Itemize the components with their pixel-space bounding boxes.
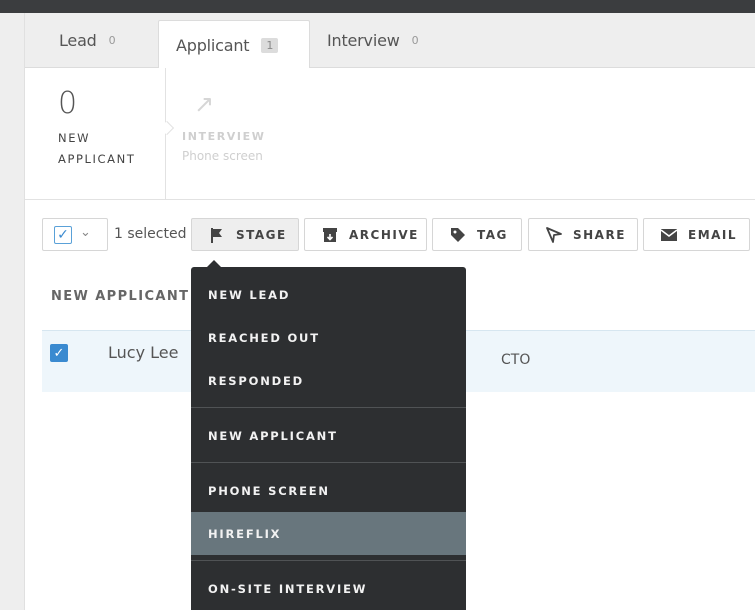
archive-box-icon bbox=[319, 224, 341, 246]
menu-item-on-site-interview[interactable]: ON-SITE INTERVIEW bbox=[191, 567, 466, 610]
stage-name: NEW APPLICANT bbox=[58, 131, 136, 166]
tab-count: 0 bbox=[411, 34, 419, 47]
list-section-header: NEW APPLICANT bbox=[51, 289, 190, 304]
tab-lead[interactable]: Lead 0 bbox=[59, 13, 116, 68]
archive-button-label: ARCHIVE bbox=[349, 227, 419, 242]
archive-button[interactable]: ARCHIVE bbox=[304, 218, 427, 251]
send-arrow-icon bbox=[543, 224, 565, 246]
select-all-dropdown[interactable]: ✓ ⌄ bbox=[42, 218, 108, 251]
menu-item-phone-screen[interactable]: PHONE SCREEN bbox=[191, 469, 466, 512]
menu-item-reached-out[interactable]: REACHED OUT bbox=[191, 316, 466, 359]
email-button-label: EMAIL bbox=[688, 227, 738, 242]
app-top-bar bbox=[0, 0, 755, 13]
bulk-action-toolbar: ✓ ⌄ 1 selected STAGE ARCHIVE TAG SHARE E… bbox=[0, 218, 755, 251]
selected-count: 1 selected bbox=[114, 226, 187, 242]
next-stage-title: INTERVIEW bbox=[182, 130, 266, 143]
chevron-down-icon[interactable]: ⌄ bbox=[80, 225, 91, 240]
candidate-name[interactable]: Lucy Lee bbox=[108, 343, 178, 362]
tag-button-label: TAG bbox=[477, 227, 508, 242]
checkbox-checked-icon[interactable]: ✓ bbox=[54, 226, 72, 244]
flag-icon bbox=[206, 224, 228, 246]
candidate-title: CTO bbox=[501, 352, 531, 368]
next-stage-subtitle: Phone screen bbox=[182, 149, 263, 163]
stage-button-label: STAGE bbox=[236, 227, 287, 242]
pipeline-stage-bar: 0 NEW APPLICANT ↗ INTERVIEW Phone screen bbox=[25, 68, 755, 200]
menu-item-new-applicant[interactable]: NEW APPLICANT bbox=[191, 414, 466, 457]
tab-label: Applicant bbox=[176, 35, 250, 55]
menu-item-new-lead[interactable]: NEW LEAD bbox=[191, 273, 466, 316]
current-stage[interactable]: 0 NEW APPLICANT bbox=[25, 68, 166, 200]
menu-item-hireflix[interactable]: HIREFLIX bbox=[191, 512, 466, 555]
arrow-up-right-icon: ↗ bbox=[194, 90, 215, 118]
email-button[interactable]: EMAIL bbox=[643, 218, 750, 251]
tab-label: Lead bbox=[59, 31, 97, 50]
left-sidebar-strip bbox=[0, 13, 25, 610]
stage-count: 0 bbox=[58, 86, 78, 121]
tag-icon bbox=[447, 224, 469, 246]
menu-divider bbox=[191, 407, 466, 408]
next-stage[interactable]: ↗ INTERVIEW Phone screen bbox=[182, 68, 312, 200]
envelope-icon bbox=[658, 224, 680, 246]
menu-divider bbox=[191, 462, 466, 463]
tab-count: 0 bbox=[108, 34, 116, 47]
share-button-label: SHARE bbox=[573, 227, 626, 242]
stage-tab-bar: Lead 0 Applicant 1 Interview 0 bbox=[25, 13, 755, 69]
tab-interview[interactable]: Interview 0 bbox=[327, 13, 419, 68]
stage-button[interactable]: STAGE bbox=[191, 218, 299, 251]
tab-label: Interview bbox=[327, 31, 400, 50]
menu-item-responded[interactable]: RESPONDED bbox=[191, 359, 466, 402]
share-button[interactable]: SHARE bbox=[528, 218, 638, 251]
tag-button[interactable]: TAG bbox=[432, 218, 522, 251]
stage-dropdown-menu: NEW LEAD REACHED OUT RESPONDED NEW APPLI… bbox=[191, 267, 466, 610]
tab-applicant[interactable]: Applicant 1 bbox=[158, 20, 310, 69]
row-checkbox[interactable]: ✓ bbox=[50, 344, 68, 362]
menu-divider bbox=[191, 560, 466, 561]
tab-count: 1 bbox=[261, 37, 279, 53]
